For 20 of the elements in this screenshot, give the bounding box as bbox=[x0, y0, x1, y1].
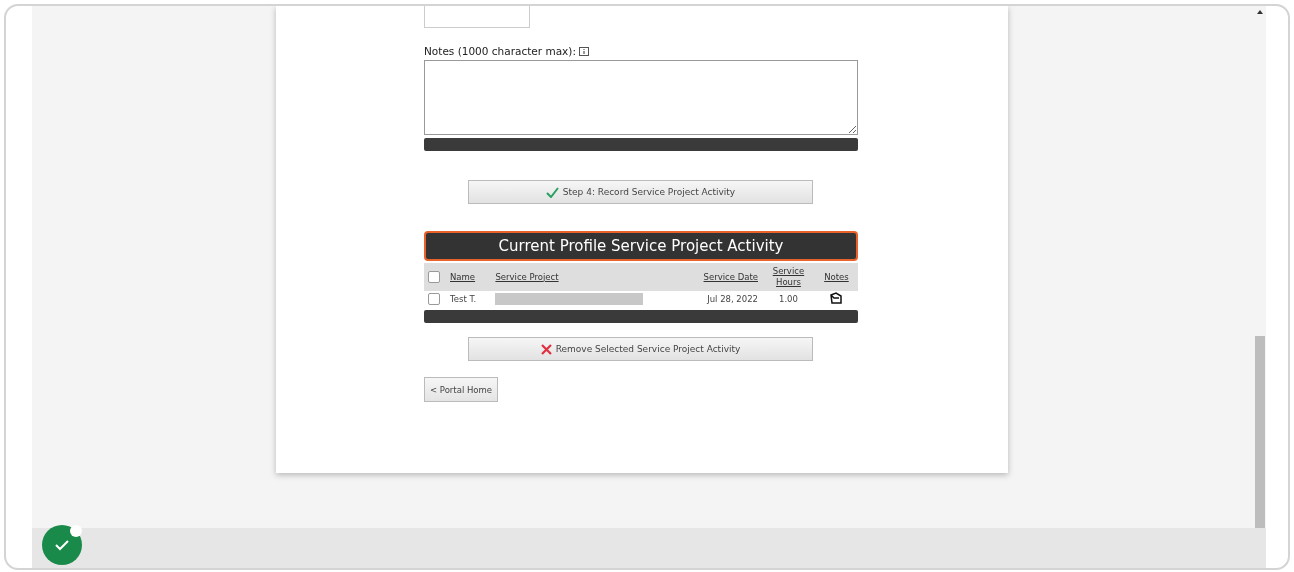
remove-activity-button[interactable]: Remove Selected Service Project Activity bbox=[468, 337, 813, 361]
scroll-up-icon[interactable] bbox=[1257, 10, 1263, 14]
column-header[interactable]: Service Project bbox=[495, 271, 559, 283]
field-label: Notes (1000 character max): bbox=[424, 45, 576, 57]
text-input[interactable] bbox=[424, 6, 530, 28]
cross-icon bbox=[540, 343, 552, 355]
checkmark-icon bbox=[545, 186, 559, 198]
check-badge-icon[interactable] bbox=[42, 525, 82, 565]
table-cell: Jul 28, 2022 bbox=[707, 294, 758, 304]
checkbox[interactable] bbox=[428, 271, 440, 283]
portal-home-button[interactable]: < Portal Home bbox=[424, 377, 499, 402]
table-cell: Test T. bbox=[450, 294, 477, 304]
table-cell: 1.00 bbox=[779, 294, 798, 304]
info-icon[interactable] bbox=[578, 46, 589, 56]
scrollbar-thumb[interactable] bbox=[1255, 336, 1265, 528]
table-title: Current Profile Service Project Activity bbox=[424, 231, 858, 261]
note-edit-icon[interactable] bbox=[829, 292, 844, 304]
record-activity-button[interactable]: Step 4: Record Service Project Activity bbox=[468, 180, 813, 204]
notes-field[interactable] bbox=[424, 60, 858, 135]
checkbox[interactable] bbox=[428, 293, 440, 305]
